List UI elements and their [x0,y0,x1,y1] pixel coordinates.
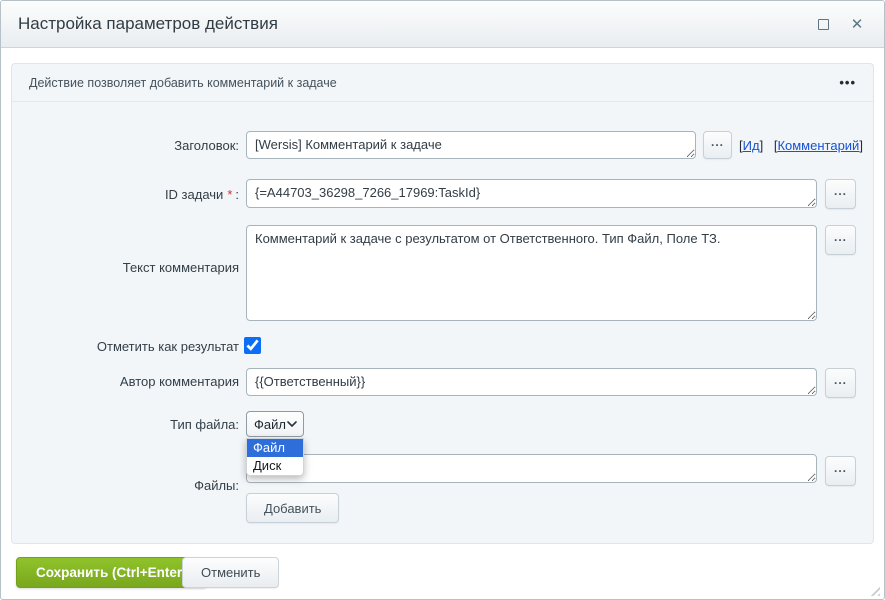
title-bar: Настройка параметров действия ✕ [1,1,884,48]
add-file-button[interactable]: Добавить [246,493,339,523]
title-links: [Ид] [Комментарий] [739,138,863,153]
comment-text-input[interactable]: Комментарий к задаче с результатом от От… [246,225,817,321]
comment-link[interactable]: Комментарий [777,138,859,153]
comment-link-group: [Комментарий] [774,138,863,153]
file-type-field-label: Тип файла: [11,417,239,433]
window-controls: ✕ [814,15,866,33]
dropdown-option-disk[interactable]: Диск [247,457,303,475]
title-more-button[interactable]: ... [703,131,732,159]
files-more-button[interactable]: ... [825,456,856,486]
action-description-row: Действие позволяет добавить комментарий … [12,64,873,102]
dialog-window: Настройка параметров действия ✕ Действие… [0,0,885,600]
result-checkbox-label: Отметить как результат [11,339,239,355]
comment-field-label: Текст комментария [11,260,239,276]
id-link[interactable]: Ид [743,138,760,153]
result-checkbox[interactable] [244,337,261,354]
task-id-input[interactable]: {=A44703_36298_7266_17969:TaskId} [246,179,817,208]
dropdown-option-file[interactable]: Файл [247,439,303,457]
file-type-select[interactable]: Файл [246,411,304,437]
title-input[interactable]: [Wersis] Комментарий к задаче [246,131,696,159]
title-field-label: Заголовок: [11,138,239,154]
author-more-button[interactable]: ... [825,368,856,398]
close-icon: ✕ [851,17,864,32]
ellipsis-menu-icon: ••• [839,75,856,90]
resize-grip[interactable] [867,583,880,596]
required-mark: * [227,187,232,202]
files-field-label: Файлы: [11,478,239,494]
id-link-group: [Ид] [739,138,763,153]
author-field-label: Автор комментария [11,374,239,390]
files-input[interactable]: {{ТЗ}} [246,454,817,483]
author-input[interactable]: {{Ответственный}} [246,368,817,396]
file-type-dropdown: Файл Диск [246,438,304,476]
dialog-title: Настройка параметров действия [18,14,278,34]
maximize-icon [818,19,829,30]
task-id-field-label: ID задачи*: [11,187,239,203]
file-type-select-value: Файл [254,417,286,432]
close-button[interactable]: ✕ [848,15,866,33]
chevron-down-icon [287,421,297,427]
panel-menu-button[interactable]: ••• [839,76,856,89]
maximize-button[interactable] [814,15,832,33]
comment-more-button[interactable]: ... [825,225,856,255]
save-button[interactable]: Сохранить (Ctrl+Enter) [16,557,207,588]
task-id-more-button[interactable]: ... [825,179,856,209]
cancel-button[interactable]: Отменить [182,557,279,588]
action-description: Действие позволяет добавить комментарий … [29,76,337,90]
